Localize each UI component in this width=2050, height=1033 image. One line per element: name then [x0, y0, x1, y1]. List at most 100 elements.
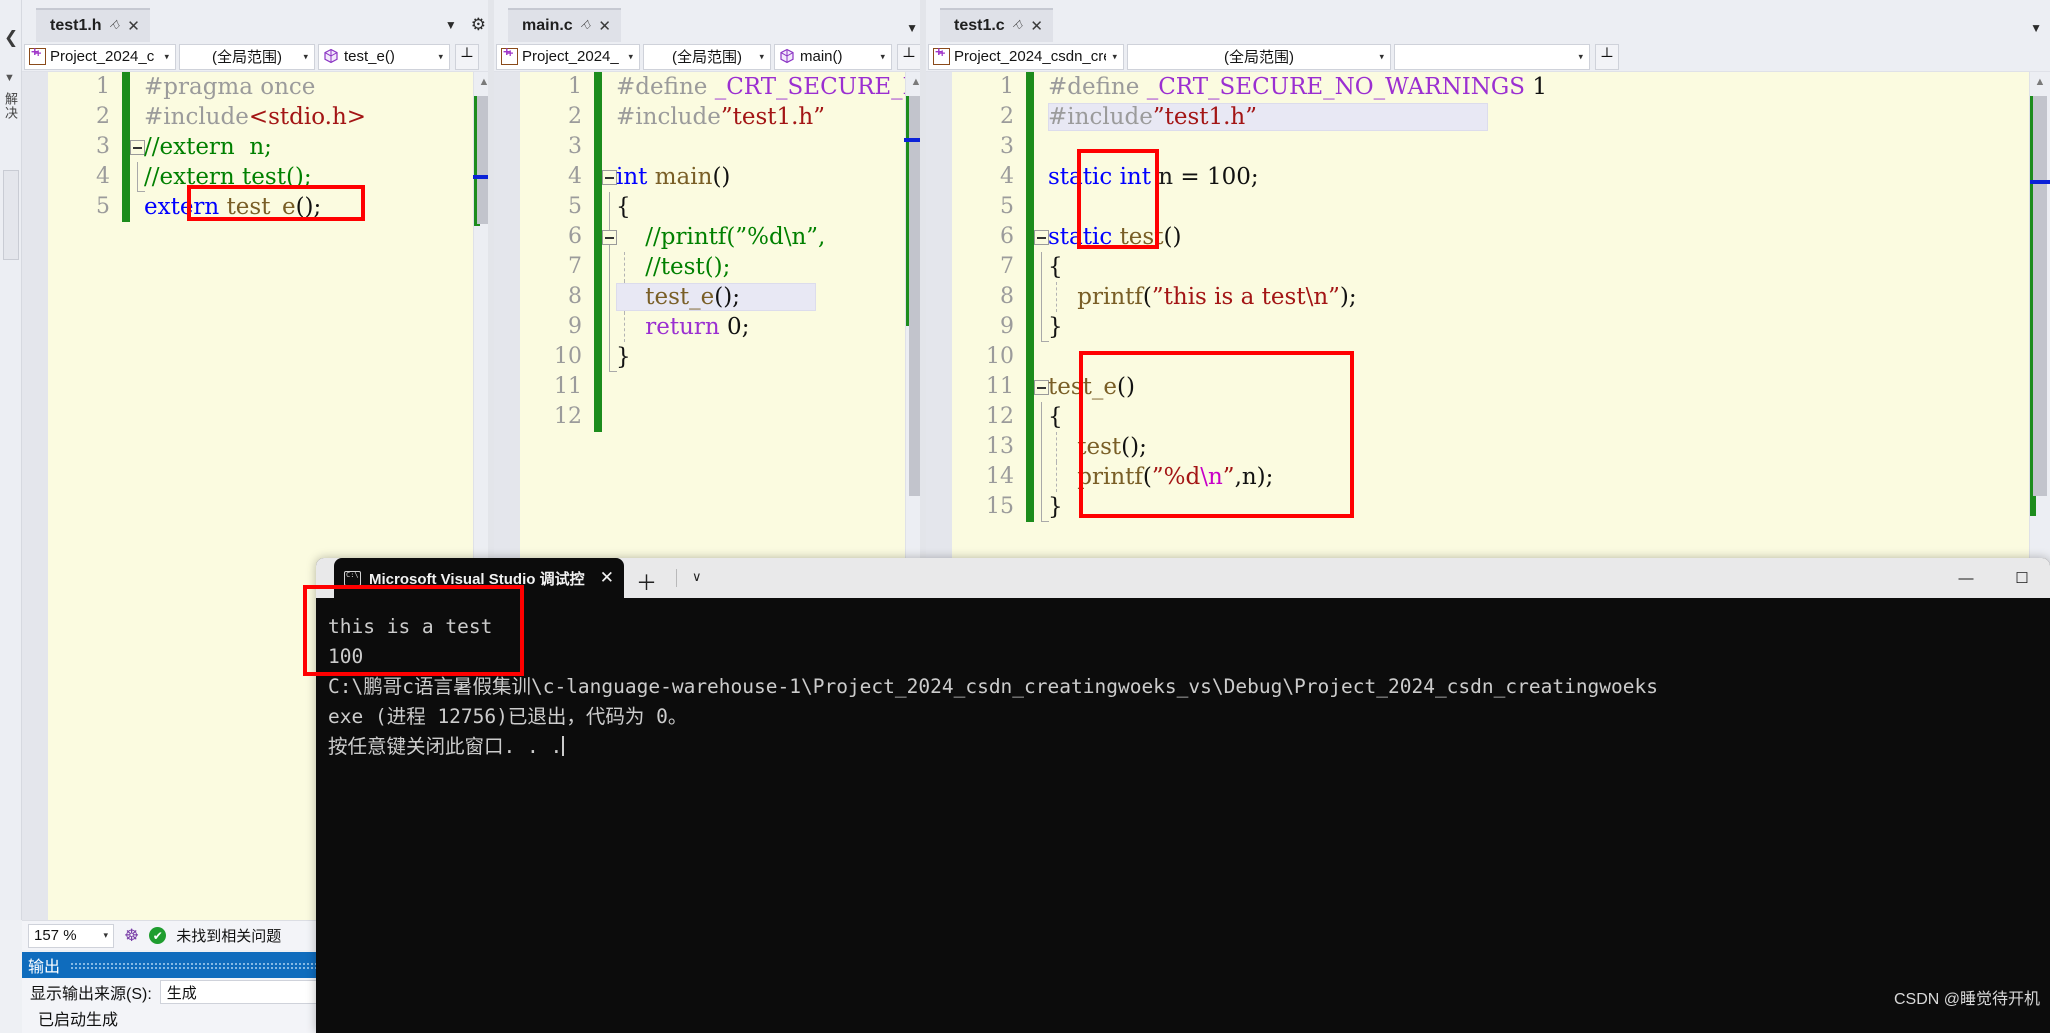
fold-collapse-icon[interactable] [602, 230, 617, 245]
console-output-text[interactable]: this is a test 100 C:\鹏哥c语言暑假集训\c-language… [316, 598, 2050, 1033]
close-icon[interactable]: ✕ [1030, 17, 1043, 35]
change-bar [1026, 372, 1034, 402]
code-line[interactable]: 9} [952, 312, 2050, 342]
code-line[interactable]: 8 test_e(); [520, 282, 926, 312]
tab-test1-c[interactable]: test1.c ⚐ ✕ [940, 8, 1053, 42]
chevron-down-icon[interactable]: ▼ [2030, 21, 2042, 35]
chevron-down-icon[interactable]: ∨ [692, 569, 702, 585]
code-line[interactable]: 1 #pragma once [48, 72, 494, 102]
tab-title: main.c [522, 17, 573, 34]
code-line[interactable]: 10 [952, 342, 2050, 372]
split-view-button-pane3[interactable]: ┴ [1595, 43, 1619, 70]
chevron-down-icon[interactable]: ▾ [1578, 51, 1583, 62]
breakpoint-gutter-pane1[interactable] [22, 72, 48, 920]
code-line[interactable]: 11 [520, 372, 926, 402]
code-line[interactable]: 2 #include”test1.h” [952, 102, 2050, 132]
rail-dropdown-icon[interactable]: ▼ [4, 72, 15, 84]
fold-collapse-icon[interactable] [130, 140, 145, 155]
code-line-text: #define _CRT_SECURE_NO_WARNINGS 1 [1048, 74, 1547, 100]
code-line[interactable]: 5{ [520, 192, 926, 222]
pin-icon[interactable]: ⚐ [105, 17, 124, 36]
chevron-down-icon[interactable]: ▾ [759, 51, 764, 62]
code-line[interactable]: 3 [952, 132, 2050, 162]
code-line[interactable]: 2 #include<stdio.h> [48, 102, 494, 132]
code-line-text: test(); [1077, 434, 1147, 460]
tabstrip-tools-pane1: ▼ ⚙ [445, 15, 486, 35]
zoom-level-dropdown[interactable]: 157 % ▾ [28, 923, 114, 948]
fold-collapse-icon[interactable] [1034, 230, 1049, 245]
scroll-up-arrow-icon[interactable]: ▲ [2030, 72, 2050, 92]
change-bar [594, 312, 602, 342]
gear-icon[interactable]: ⚙ [471, 15, 486, 35]
code-line[interactable]: 9 return 0; [520, 312, 926, 342]
code-line[interactable]: 6 static test() [952, 222, 2050, 252]
scrollbar-thumb[interactable] [2033, 96, 2047, 496]
new-tab-icon[interactable]: ＋ [636, 567, 657, 597]
maximize-button[interactable]: ☐ [1994, 558, 2050, 598]
chevron-down-icon[interactable]: ▾ [303, 51, 308, 62]
minimize-button[interactable]: — [1938, 558, 1994, 598]
code-line[interactable]: 14 printf(”%d\n”,n); [952, 462, 2050, 492]
tabstrip-tools-pane3: ▼ [2030, 21, 2042, 35]
project-dropdown-pane3[interactable]: Project_2024_csdn_crea ▾ [928, 43, 1124, 70]
scope-dropdown-pane2[interactable]: (全局范围) ▾ [643, 43, 771, 70]
code-line[interactable]: 12 { [952, 402, 2050, 432]
code-line[interactable]: 2 #include”test1.h” [520, 102, 926, 132]
code-line[interactable]: 5 extern test_e(); [48, 192, 494, 222]
split-view-button-pane2[interactable]: ┴ [897, 43, 921, 70]
code-line[interactable]: 3 //extern n; [48, 132, 494, 162]
block-guide [1041, 462, 1042, 492]
scope-dropdown-pane3[interactable]: (全局范围) ▾ [1127, 43, 1391, 70]
collapse-chevron-icon[interactable]: ❮ [4, 28, 18, 48]
code-line[interactable]: 4 static int n = 100; [952, 162, 2050, 192]
code-line[interactable]: 7{ [952, 252, 2050, 282]
code-line[interactable]: 6 //printf(”%d\n”, [520, 222, 926, 252]
navigation-bar-pane3: Project_2024_csdn_crea ▾ (全局范围) ▾ ▾ ┴ [926, 42, 2050, 72]
fold-collapse-icon[interactable] [602, 170, 617, 185]
scope-dropdown-pane1[interactable]: (全局范围) ▾ [179, 43, 315, 70]
member-dropdown-pane3[interactable]: ▾ [1394, 43, 1590, 70]
block-guide [1041, 282, 1042, 312]
member-dropdown-pane2[interactable]: main() ▾ [774, 43, 892, 70]
pin-icon[interactable]: ⚐ [576, 17, 595, 36]
split-view-button-pane1[interactable]: ┴ [455, 43, 479, 70]
chevron-down-icon[interactable]: ▾ [164, 51, 169, 62]
code-line[interactable]: 5 [952, 192, 2050, 222]
tab-test1-h[interactable]: test1.h ⚐ ✕ [36, 8, 150, 42]
close-icon[interactable]: ✕ [600, 568, 614, 588]
code-line[interactable]: 13 test(); [952, 432, 2050, 462]
debug-console-window[interactable]: Microsoft Visual Studio 调试控 ✕ ＋ ∨ — ☐ th… [316, 558, 2050, 1033]
code-line[interactable]: 10} [520, 342, 926, 372]
pin-icon[interactable]: ⚐ [1008, 17, 1027, 36]
code-line[interactable]: 4 //extern test(); [48, 162, 494, 192]
project-dropdown-pane2[interactable]: Project_2024_ ▾ [496, 43, 640, 70]
tab-main-c[interactable]: main.c ⚐ ✕ [508, 8, 621, 42]
member-dropdown-pane1[interactable]: test_e() ▾ [318, 43, 450, 70]
chevron-down-icon[interactable]: ▾ [628, 51, 633, 62]
code-line[interactable]: 4 int main() [520, 162, 926, 192]
close-icon[interactable]: ✕ [598, 17, 611, 35]
code-line[interactable]: 1 #define _CRT_SECURE_N [520, 72, 926, 102]
tab-title: test1.h [50, 17, 102, 34]
console-tab[interactable]: Microsoft Visual Studio 调试控 ✕ [334, 558, 624, 598]
chevron-down-icon[interactable]: ▼ [906, 21, 918, 35]
chevron-down-icon[interactable]: ▾ [1112, 51, 1117, 62]
code-line[interactable]: 8 printf(”this is a test\n”); [952, 282, 2050, 312]
code-line[interactable]: 7 //test(); [520, 252, 926, 282]
solution-explorer-tab-label[interactable]: 解决 [2, 92, 20, 120]
code-line[interactable]: 1 #define _CRT_SECURE_NO_WARNINGS 1 [952, 72, 2050, 102]
project-dropdown-pane1[interactable]: Project_2024_c ▾ [24, 43, 176, 70]
fold-collapse-icon[interactable] [1034, 380, 1049, 395]
code-line[interactable]: 3 [520, 132, 926, 162]
csdn-watermark: CSDN @睡觉待开机 [1893, 991, 2040, 1008]
chevron-down-icon[interactable]: ▾ [1379, 51, 1384, 62]
code-line[interactable]: 11 test_e() [952, 372, 2050, 402]
code-line[interactable]: 12 [520, 402, 926, 432]
chevron-down-icon[interactable]: ▾ [880, 51, 885, 62]
brain-icon[interactable]: ☸ [124, 926, 139, 946]
chevron-down-icon[interactable]: ▾ [438, 51, 443, 62]
chevron-down-icon[interactable]: ▼ [445, 18, 457, 32]
chevron-down-icon[interactable]: ▾ [103, 930, 108, 941]
close-icon[interactable]: ✕ [127, 17, 140, 35]
code-line[interactable]: 15} [952, 492, 2050, 522]
